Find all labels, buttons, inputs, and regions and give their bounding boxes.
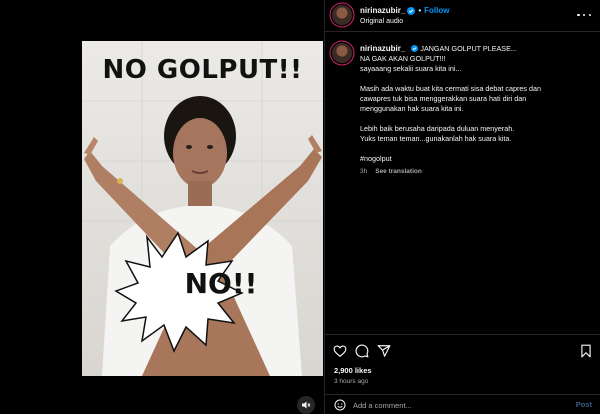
emoji-icon[interactable]: [334, 399, 346, 411]
more-horizontal-icon[interactable]: [577, 10, 591, 20]
caption-line: sayaaang sekalii suara kita ini...: [360, 64, 462, 73]
see-translation-link[interactable]: See translation: [375, 168, 422, 175]
burst-text: NO!!: [184, 267, 258, 300]
comment-input[interactable]: [353, 398, 563, 412]
caption-text: nirinazubir_ JANGAN GOLPUT PLEASE... NA …: [360, 44, 596, 177]
verified-badge-icon: [411, 45, 419, 52]
post-comment-button[interactable]: Post: [576, 400, 592, 409]
post-timestamp[interactable]: 3 hours ago: [334, 378, 368, 385]
bookmark-icon[interactable]: [579, 344, 593, 358]
caption-meta: 3h See translation: [360, 167, 596, 177]
hashtag-link[interactable]: #nogolput: [360, 154, 596, 164]
post-age: 3h: [360, 168, 368, 175]
comment-icon[interactable]: [355, 344, 369, 358]
caption-line: NA GAK AKAN GOLPUT!!!: [360, 54, 446, 63]
action-bar: 2,900 likes 3 hours ago: [325, 334, 600, 394]
header-user-row: nirinazubir_ • Follow: [360, 6, 449, 15]
comment-bar: Post: [325, 394, 600, 414]
caption-line: cawapres tuk bisa menggerakkan suara hat…: [360, 94, 527, 103]
likes-count[interactable]: 2,900 likes: [334, 366, 372, 375]
caption-line: Lebih baik berusaha daripada duluan meny…: [360, 124, 515, 133]
post-side-panel: nirinazubir_ • Follow Original audio nir…: [324, 0, 600, 414]
username-link[interactable]: nirinazubir_: [360, 6, 405, 15]
caption-line: Masih ada waktu buat kita cermati sisa d…: [360, 84, 541, 93]
post-header: nirinazubir_ • Follow Original audio: [325, 0, 600, 32]
caption-line: Yuks teman teman...gunakanlah hak suara …: [360, 134, 512, 143]
share-icon[interactable]: [377, 344, 391, 358]
post-image[interactable]: NO GOLPUT!!: [82, 41, 323, 376]
post-photo-illustration: [82, 41, 323, 376]
audio-label[interactable]: Original audio: [360, 18, 403, 25]
caption-username-link[interactable]: nirinazubir_: [360, 44, 405, 53]
caption-line: menggunakan hak suara kita ini.: [360, 104, 464, 113]
follow-button[interactable]: Follow: [424, 6, 449, 15]
heart-icon[interactable]: [333, 344, 347, 358]
caption-avatar[interactable]: [332, 43, 352, 63]
verified-badge-icon: [407, 6, 416, 15]
media-area: NO GOLPUT!! NO!!: [0, 0, 324, 414]
speaker-muted-icon: [302, 401, 311, 409]
separator-dot: •: [418, 6, 422, 15]
caption-line: JANGAN GOLPUT PLEASE...: [420, 44, 517, 53]
avatar[interactable]: [332, 5, 352, 25]
image-headline-text: NO GOLPUT!!: [102, 55, 303, 85]
mute-button[interactable]: [297, 396, 315, 414]
